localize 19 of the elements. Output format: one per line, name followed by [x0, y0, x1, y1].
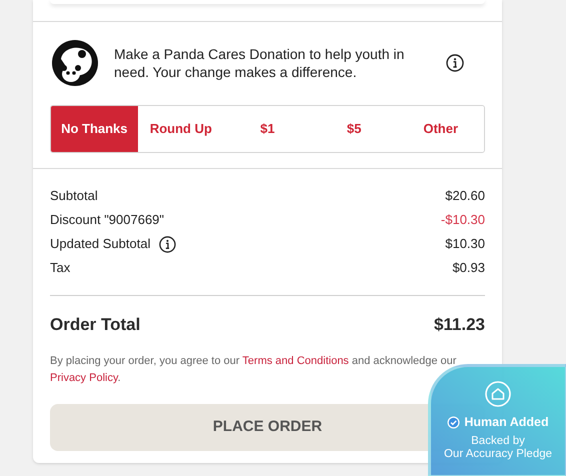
- check-icon: [447, 416, 460, 429]
- summary-value: $0.93: [452, 259, 485, 278]
- summary-value: $20.60: [445, 187, 485, 206]
- terms-link[interactable]: Terms and Conditions: [242, 355, 349, 367]
- summary-label: Updated Subtotal: [50, 235, 150, 254]
- summary-value: $10.30: [445, 235, 485, 254]
- donation-option-tab[interactable]: No Thanks: [51, 106, 138, 152]
- terms-notice: By placing your order, you agree to our Terms and Conditions and acknowledge our Privacy Policy.: [50, 354, 458, 386]
- donation-message: Make a Panda Cares Donation to help youth in need. Your change makes a difference.: [114, 45, 406, 81]
- summary-label: Discount "9007669": [50, 211, 164, 230]
- summary-label: Tax: [50, 259, 70, 278]
- order-total-label: Order Total: [50, 314, 140, 336]
- order-total-value: $11.23: [434, 314, 485, 336]
- summary-value: -$10.30: [440, 211, 485, 230]
- summary-label: Subtotal: [50, 187, 98, 206]
- info-icon[interactable]: [446, 54, 464, 72]
- terms-link[interactable]: Privacy Policy: [50, 372, 118, 384]
- info-icon[interactable]: [159, 236, 176, 252]
- home-icon: [485, 381, 511, 407]
